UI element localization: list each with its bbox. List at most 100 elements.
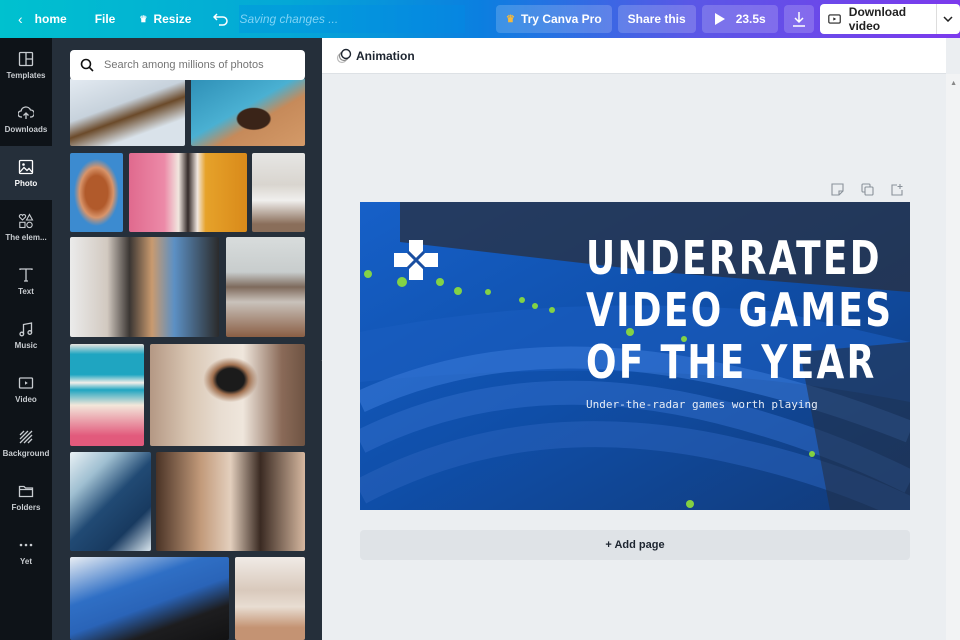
- play-icon: [714, 13, 725, 25]
- sidebar-item-photo[interactable]: Photo: [0, 146, 52, 200]
- sidebar-item-label: Text: [18, 286, 34, 296]
- try-pro-label: Try Canva Pro: [520, 12, 602, 26]
- sidebar-item-downloads[interactable]: Downloads: [0, 92, 52, 146]
- sidebar-item-label: Templates: [6, 70, 46, 80]
- crown-icon: ♛: [139, 13, 148, 24]
- resize-button[interactable]: ♛ Resize: [131, 5, 199, 33]
- chevron-down-icon: [943, 16, 953, 22]
- more-icon: [19, 543, 33, 546]
- download-video-button[interactable]: Download video: [820, 4, 937, 34]
- sidebar-item-label: Music: [14, 340, 38, 350]
- sidebar-item-video[interactable]: Video: [0, 362, 52, 416]
- download-options-dropdown[interactable]: [937, 4, 960, 34]
- photo-thumbnail[interactable]: [70, 78, 185, 146]
- download-button[interactable]: [783, 5, 814, 33]
- animation-label: Animation: [356, 48, 415, 63]
- page-tools: [828, 180, 906, 198]
- editor-toolbar: Animation: [322, 38, 946, 74]
- add-page-button[interactable]: + Add page: [360, 530, 910, 560]
- photo-thumbnail[interactable]: [70, 237, 219, 337]
- elements-icon: [18, 212, 34, 228]
- sidebar-item-label: Folders: [11, 502, 41, 512]
- video-icon: [827, 14, 841, 24]
- photo-icon: [18, 159, 34, 174]
- file-label: File: [94, 12, 116, 26]
- design-headline[interactable]: UNDERRATED VIDEO GAMES OF THE YEAR: [586, 232, 893, 388]
- sidebar: Templates Downloads Photo The elem... Te…: [0, 38, 52, 640]
- headline-line: VIDEO GAMES: [586, 283, 894, 337]
- duplicate-icon: [860, 182, 874, 196]
- sidebar-item-label: Video: [15, 394, 37, 404]
- saving-text: Saving changes ...: [239, 12, 339, 26]
- search-input[interactable]: [104, 59, 284, 71]
- add-new-page-button[interactable]: [888, 180, 906, 198]
- text-icon: [19, 267, 33, 282]
- gamepad-cross-icon: [394, 240, 438, 280]
- photo-search[interactable]: [70, 50, 305, 80]
- design-canvas[interactable]: UNDERRATED VIDEO GAMES OF THE YEAR Under…: [360, 202, 910, 510]
- saving-status: Saving changes ...: [239, 5, 466, 33]
- duplicate-page-button[interactable]: [858, 180, 876, 198]
- add-page-label: + Add page: [605, 539, 665, 551]
- search-icon: [80, 58, 94, 72]
- try-pro-button[interactable]: ♛ Try Canva Pro: [496, 5, 612, 33]
- undo-button[interactable]: [205, 5, 237, 33]
- download-video-label: Download video: [848, 5, 907, 33]
- sidebar-item-text[interactable]: Text: [0, 254, 52, 308]
- share-label: Share this: [627, 12, 686, 26]
- animation-button[interactable]: Animation: [336, 48, 415, 64]
- design-subtitle[interactable]: Under-the-radar games worth playing: [586, 398, 818, 411]
- photo-thumbnail[interactable]: [252, 153, 305, 232]
- duration-label: 23.5s: [735, 12, 766, 26]
- home-label: home: [34, 12, 67, 26]
- sidebar-item-label: Background: [2, 448, 50, 458]
- add-page-icon: [890, 183, 903, 196]
- top-bar-actions: ♛ Try Canva Pro Share this 23.5s Downloa…: [496, 4, 960, 34]
- undo-icon: [213, 13, 229, 26]
- animation-icon: [336, 48, 352, 63]
- file-menu[interactable]: File: [87, 5, 124, 33]
- headline-line: UNDERRATED: [586, 231, 882, 285]
- play-button[interactable]: 23.5s: [701, 5, 778, 33]
- folder-icon: [18, 485, 34, 497]
- sidebar-item-label: Downloads: [4, 124, 48, 134]
- editor-area: Animation ▲ UNDERRATED VIDEO GAMES OF TH…: [322, 38, 960, 640]
- editor-scrollbar[interactable]: [946, 74, 960, 640]
- chevron-left-icon: ‹: [18, 11, 23, 27]
- sidebar-item-background[interactable]: Background: [0, 416, 52, 470]
- download-video-control: Download video: [819, 4, 960, 34]
- sidebar-item-label: The elem...: [5, 232, 47, 242]
- photo-thumbnail[interactable]: [70, 344, 144, 446]
- photo-thumbnail[interactable]: [150, 344, 305, 446]
- sidebar-item-music[interactable]: Music: [0, 308, 52, 362]
- music-icon: [19, 321, 33, 336]
- photo-thumbnail[interactable]: [70, 452, 151, 551]
- photo-thumbnail[interactable]: [191, 78, 305, 146]
- sidebar-item-elements[interactable]: The elem...: [0, 200, 52, 254]
- photo-panel: [52, 38, 322, 640]
- photo-thumbnail[interactable]: [226, 237, 305, 337]
- sidebar-item-folders[interactable]: Folders: [0, 470, 52, 524]
- background-icon: [19, 430, 33, 443]
- headline-line: OF THE YEAR: [586, 335, 877, 389]
- add-note-button[interactable]: [828, 180, 846, 198]
- resize-label: Resize: [153, 12, 192, 26]
- photo-thumbnail[interactable]: [129, 153, 247, 232]
- upload-cloud-icon: [18, 105, 34, 119]
- video-icon: [18, 376, 34, 389]
- download-icon: [792, 12, 805, 27]
- photo-thumbnail[interactable]: [156, 452, 305, 551]
- photo-thumbnail[interactable]: [70, 153, 123, 232]
- home-button[interactable]: ‹ home: [10, 5, 75, 33]
- share-button[interactable]: Share this: [617, 5, 696, 33]
- photo-thumbnail[interactable]: [235, 557, 305, 640]
- scroll-up-arrow[interactable]: ▲: [950, 80, 957, 87]
- sidebar-item-more[interactable]: Yet: [0, 524, 52, 578]
- note-icon: [830, 182, 844, 196]
- photo-thumbnail[interactable]: [70, 557, 229, 640]
- sidebar-item-label: Photo: [14, 178, 38, 188]
- crown-icon: ♛: [506, 13, 515, 25]
- templates-icon: [18, 51, 34, 66]
- sidebar-item-templates[interactable]: Templates: [0, 38, 52, 92]
- sidebar-item-label: Yet: [19, 556, 32, 566]
